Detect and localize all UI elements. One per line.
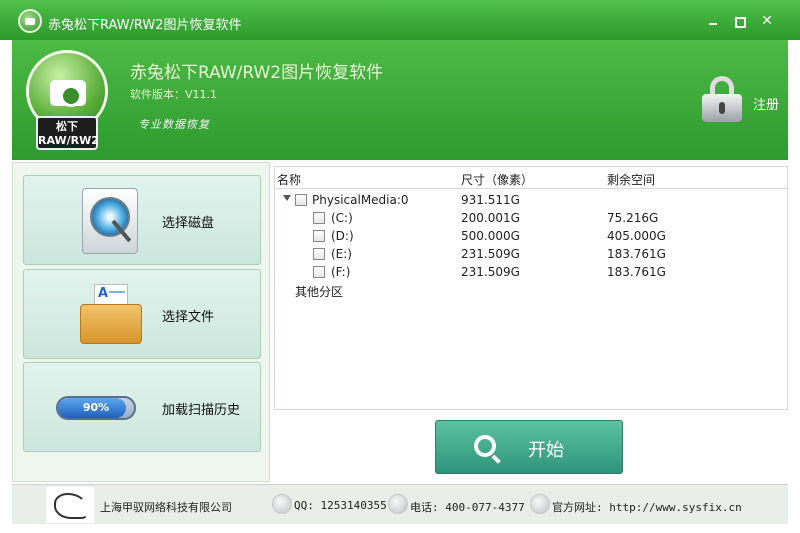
row-name: PhysicalMedia:0 bbox=[312, 193, 409, 207]
sidebar: 选择磁盘 选择文件 90% 加载扫描历史 bbox=[12, 162, 270, 482]
hard-disk-icon bbox=[82, 188, 138, 254]
other-partitions-row[interactable]: 其他分区 bbox=[275, 281, 787, 299]
row-free: 75.216G bbox=[607, 211, 659, 225]
globe-icon bbox=[530, 494, 550, 514]
column-header-free[interactable]: 剩余空间 bbox=[607, 171, 655, 188]
website-link[interactable]: 官方网址: http://www.sysfix.cn bbox=[552, 499, 742, 515]
lock-icon[interactable] bbox=[702, 76, 742, 122]
table-row[interactable]: (E:) 231.509G 183.761G bbox=[275, 245, 787, 263]
row-name: (E:) bbox=[331, 247, 352, 261]
camera-icon bbox=[50, 80, 86, 107]
close-button[interactable]: ✕ bbox=[756, 12, 778, 30]
checkbox[interactable] bbox=[295, 194, 307, 206]
table-header: 名称 尺寸（像素） 剩余空间 bbox=[275, 167, 787, 189]
folder-icon bbox=[80, 284, 142, 344]
disk-table: 名称 尺寸（像素） 剩余空间 PhysicalMedia:0 931.511G … bbox=[274, 166, 788, 410]
row-name: (F:) bbox=[331, 265, 351, 279]
minimize-button[interactable] bbox=[702, 12, 724, 30]
progress-icon: 90% bbox=[56, 396, 136, 420]
phone-icon bbox=[388, 494, 408, 514]
load-scan-history-button[interactable]: 90% 加载扫描历史 bbox=[23, 362, 261, 452]
start-button-label: 开始 bbox=[528, 440, 564, 461]
checkbox[interactable] bbox=[313, 266, 325, 278]
table-row[interactable]: (C:) 200.001G 75.216G bbox=[275, 209, 787, 227]
maximize-button[interactable] bbox=[728, 12, 750, 30]
load-scan-history-label: 加载扫描历史 bbox=[162, 403, 241, 418]
row-free: 183.761G bbox=[607, 265, 666, 279]
column-header-size[interactable]: 尺寸（像素） bbox=[461, 171, 533, 188]
progress-percent: 90% bbox=[82, 401, 110, 414]
window-title: 赤兔松下RAW/RW2图片恢复软件 bbox=[48, 18, 242, 33]
app-logo-icon bbox=[18, 9, 42, 33]
select-disk-label: 选择磁盘 bbox=[162, 216, 215, 231]
slogan: 专业数据恢复 bbox=[138, 118, 210, 131]
app-name: 赤兔松下RAW/RW2图片恢复软件 bbox=[130, 63, 384, 83]
row-size: 200.001G bbox=[461, 211, 520, 225]
row-size: 231.509G bbox=[461, 265, 520, 279]
register-link[interactable]: 注册 bbox=[753, 94, 779, 113]
app-logo: 松下 RAW/RW2 bbox=[26, 50, 108, 150]
start-button[interactable]: 开始 bbox=[435, 420, 623, 474]
qq-icon bbox=[272, 494, 292, 514]
search-icon bbox=[474, 435, 496, 457]
expand-arrow-icon[interactable] bbox=[283, 195, 291, 201]
version-label: 软件版本：V11.1 bbox=[130, 88, 218, 101]
row-size: 931.511G bbox=[461, 193, 520, 207]
row-name: (D:) bbox=[331, 229, 354, 243]
row-size: 231.509G bbox=[461, 247, 520, 261]
table-row[interactable]: (F:) 231.509G 183.761G bbox=[275, 263, 787, 281]
checkbox[interactable] bbox=[313, 248, 325, 260]
row-size: 500.000G bbox=[461, 229, 520, 243]
checkbox[interactable] bbox=[313, 212, 325, 224]
select-file-button[interactable]: 选择文件 bbox=[23, 269, 261, 359]
table-row[interactable]: PhysicalMedia:0 931.511G bbox=[275, 191, 787, 209]
company-name: 上海甲驭网络科技有限公司 bbox=[100, 501, 232, 514]
row-name: (C:) bbox=[331, 211, 353, 225]
row-free: 183.761G bbox=[607, 247, 666, 261]
checkbox[interactable] bbox=[313, 230, 325, 242]
phone-number: 电话: 400-077-4377 bbox=[410, 501, 525, 514]
column-header-name[interactable]: 名称 bbox=[277, 171, 301, 188]
select-file-label: 选择文件 bbox=[162, 310, 215, 325]
table-row[interactable]: (D:) 500.000G 405.000G bbox=[275, 227, 787, 245]
other-partitions-label: 其他分区 bbox=[295, 285, 344, 299]
title-bar: 赤兔松下RAW/RW2图片恢复软件 ✕ bbox=[0, 0, 800, 40]
logo-badge-top: 松下 bbox=[56, 120, 78, 133]
horse-logo-icon bbox=[46, 487, 94, 523]
qq-number: QQ: 1253140355 bbox=[294, 499, 387, 512]
select-disk-button[interactable]: 选择磁盘 bbox=[23, 175, 261, 265]
app-header: 松下 RAW/RW2 赤兔松下RAW/RW2图片恢复软件 软件版本：V11.1 … bbox=[12, 40, 788, 160]
row-free: 405.000G bbox=[607, 229, 666, 243]
footer: 上海甲驭网络科技有限公司 QQ: 1253140355 电话: 400-077-… bbox=[12, 484, 788, 524]
logo-badge: 松下 RAW/RW2 bbox=[36, 116, 99, 150]
logo-badge-bottom: RAW/RW2 bbox=[38, 134, 99, 147]
